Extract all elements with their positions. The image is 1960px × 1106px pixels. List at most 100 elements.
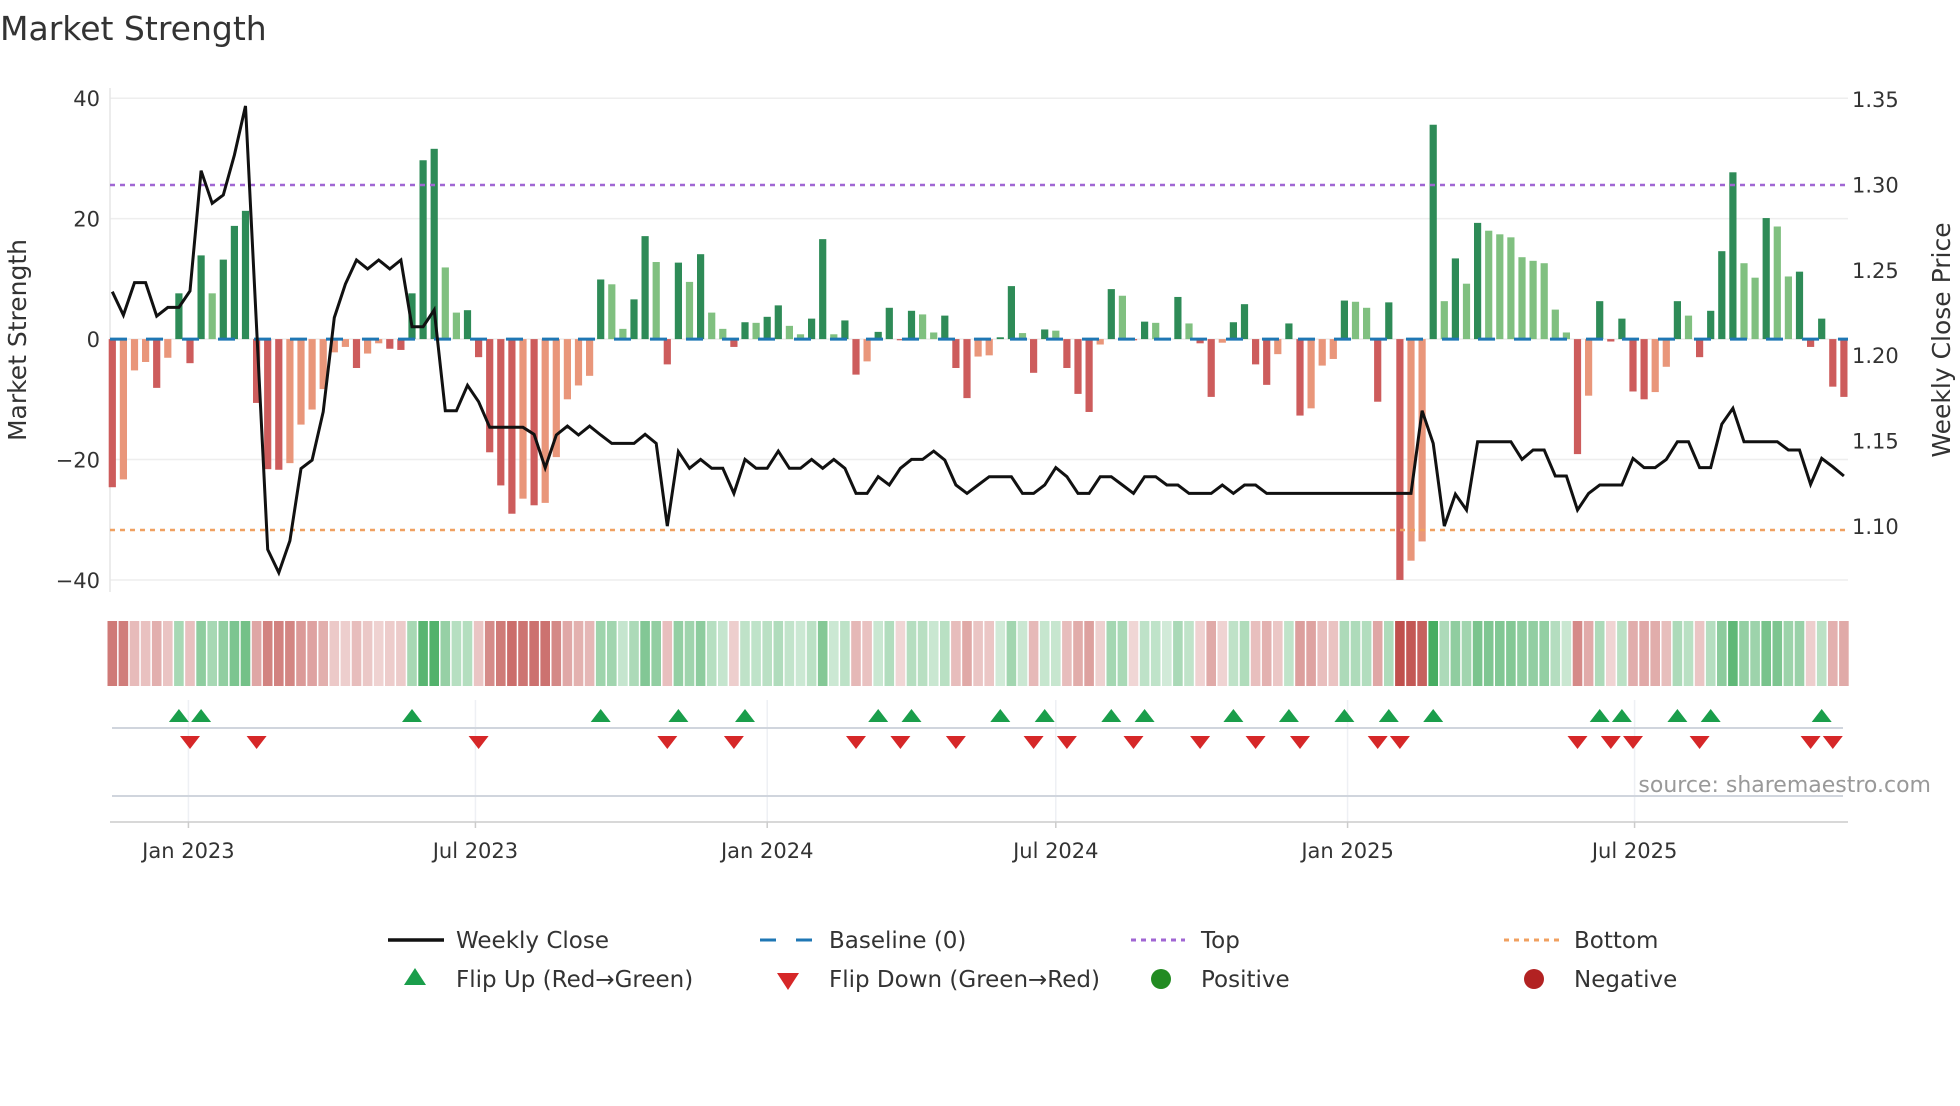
strip-cell xyxy=(1095,621,1105,686)
strength-bar xyxy=(1662,339,1670,367)
strength-bar xyxy=(1285,323,1293,340)
strip-cell xyxy=(940,621,950,686)
strip-cell xyxy=(851,621,861,686)
strip-cell xyxy=(207,621,217,686)
strip-cell xyxy=(1606,621,1616,686)
x-ticks: Jan 2023 Jul 2023 Jan 2024 Jul 2024 Jan 2025… xyxy=(140,822,1677,863)
strength-bar xyxy=(463,310,472,340)
strength-bar xyxy=(1374,339,1382,402)
flip-down-marker xyxy=(846,736,866,749)
strength-bar xyxy=(1573,339,1582,455)
strip-cell xyxy=(496,621,506,686)
legend-label: Negative xyxy=(1574,967,1677,993)
legend-label: Flip Down (Green→Red) xyxy=(829,967,1100,993)
strip-cell xyxy=(229,621,240,686)
flip-up-marker xyxy=(990,709,1011,722)
strip-cell xyxy=(151,621,162,686)
y2-tick-label: 1.30 xyxy=(1852,173,1899,197)
strength-bar xyxy=(475,339,483,358)
legend-item-baseline: Baseline (0) xyxy=(760,928,966,954)
strength-bar xyxy=(1152,322,1160,340)
y-tick-label: 40 xyxy=(73,87,100,111)
strip-cell xyxy=(1572,621,1583,686)
strip-cell xyxy=(1772,621,1783,686)
strength-bar xyxy=(1618,318,1626,340)
flip-down-marker xyxy=(180,736,200,749)
strength-bar xyxy=(142,339,150,362)
flip-down-marker xyxy=(1800,736,1821,749)
strength-bar xyxy=(663,339,671,365)
flip-down-marker xyxy=(1290,736,1310,749)
strength-bar xyxy=(1385,302,1393,340)
strip-cell xyxy=(1439,621,1450,686)
strip-cell xyxy=(1639,621,1649,686)
strip-cell xyxy=(473,621,484,686)
strength-bar xyxy=(608,284,616,340)
y-tick-label: 20 xyxy=(73,208,100,232)
strength-bar xyxy=(930,332,938,340)
strength-bar xyxy=(1462,283,1471,340)
strip-cell xyxy=(1417,621,1427,686)
strip-cell xyxy=(1661,621,1672,686)
strength-bar xyxy=(1407,339,1415,561)
strength-bar xyxy=(1118,295,1126,340)
strip-cell xyxy=(1461,621,1472,686)
flip-up-marker xyxy=(191,709,212,722)
strength-bar xyxy=(1673,301,1681,340)
strip-cell xyxy=(340,621,351,686)
strip-cell xyxy=(440,621,451,686)
strip-cell xyxy=(1717,621,1727,686)
strength-bar xyxy=(1607,339,1615,342)
strip-cell xyxy=(529,621,539,686)
strip-cell xyxy=(218,621,229,686)
strip-cell xyxy=(318,621,328,686)
strength-bar xyxy=(197,255,205,340)
strength-bar xyxy=(286,339,294,464)
strength-bar xyxy=(308,339,316,410)
strength-bar xyxy=(1840,339,1848,397)
flip-up-marker xyxy=(1423,709,1444,722)
flip-down-marker xyxy=(1245,736,1266,749)
y2-tick-label: 1.15 xyxy=(1852,430,1899,454)
strength-bar xyxy=(186,339,194,364)
strength-bar xyxy=(1485,230,1493,340)
strip-cell xyxy=(1328,621,1339,686)
strength-bar xyxy=(1551,309,1559,340)
flip-down-marker xyxy=(945,736,966,749)
strength-bar xyxy=(719,328,727,340)
y-tick-label: 0 xyxy=(87,328,100,352)
strip-cell xyxy=(1694,621,1705,686)
flip-up-marker xyxy=(1667,709,1688,722)
red-circle-icon xyxy=(1524,969,1544,989)
legend-item-positive: Positive xyxy=(1151,967,1290,993)
strength-bar xyxy=(974,339,982,357)
flip-up-marker xyxy=(868,709,889,722)
strip-cell xyxy=(518,621,528,686)
strength-bar xyxy=(1518,257,1526,340)
strength-bar xyxy=(1795,271,1804,340)
flip-up-marker xyxy=(402,709,422,722)
strip-cell xyxy=(1150,621,1161,686)
strength-bar xyxy=(1762,218,1770,340)
strength-bar xyxy=(697,254,705,340)
strip-cell xyxy=(884,621,895,686)
strength-bar xyxy=(1274,339,1282,355)
strength-bar xyxy=(586,339,594,376)
strength-bar xyxy=(1363,307,1371,340)
strip-cell xyxy=(740,621,750,686)
strength-bar xyxy=(1529,260,1537,340)
strength-bar xyxy=(1585,339,1593,396)
legend-item-bottom: Bottom xyxy=(1504,928,1658,954)
strip-cell xyxy=(1195,621,1205,686)
strip-cell xyxy=(451,621,462,686)
triangle-up-icon xyxy=(404,968,426,985)
strip-cell xyxy=(329,621,340,686)
strength-bar xyxy=(1085,339,1093,412)
strength-bar xyxy=(1596,301,1604,340)
strip-cell xyxy=(1739,621,1749,686)
strip-cell xyxy=(1483,621,1494,686)
strip-cell xyxy=(784,621,795,686)
strength-bar xyxy=(175,293,183,340)
strip-cell xyxy=(1228,621,1239,686)
strength-bar xyxy=(497,339,505,486)
